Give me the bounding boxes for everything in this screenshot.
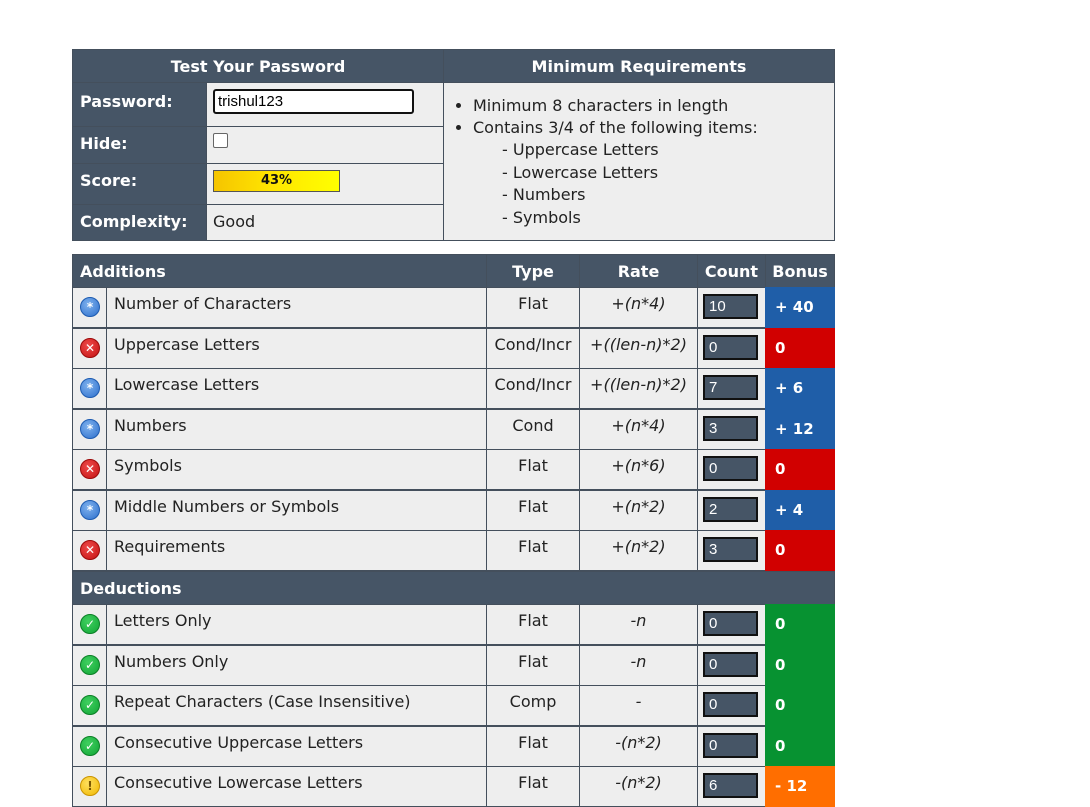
info-icon: * [80, 499, 100, 520]
bonus-value: + 12 [765, 408, 835, 450]
bonus-value: 0 [765, 644, 835, 686]
complexity-value: Good [213, 212, 256, 231]
bonus-value: 0 [765, 604, 835, 645]
requirement-sub-item: - Lowercase Letters [502, 162, 659, 182]
deductions-header: Deductions [72, 571, 835, 605]
bonus-value: 0 [765, 327, 835, 369]
bonus-value: 0 [765, 685, 835, 726]
complexity-label: Complexity: [72, 204, 207, 241]
table-row-label: Symbols [106, 449, 487, 490]
check-icon: ✓ [80, 654, 100, 675]
requirement-sub-item: - Symbols [502, 207, 581, 227]
table-row-label: Consecutive Uppercase Letters [106, 725, 487, 767]
count-field[interactable]: 0 [703, 732, 758, 758]
bonus-value: 0 [765, 530, 835, 571]
bonus-value: - 12 [765, 766, 835, 807]
table-row-rate: +(n*4) [579, 287, 698, 328]
bonus-value: 0 [765, 449, 835, 490]
table-row-type: Comp [486, 685, 580, 726]
hide-label: Hide: [72, 126, 207, 164]
table-row-label: Numbers Only [106, 644, 487, 686]
count-field[interactable]: 0 [703, 334, 758, 360]
table-row-type: Cond/Incr [486, 327, 580, 369]
table-row-rate: -(n*2) [579, 725, 698, 767]
requirement-item: Contains 3/4 of the following items: [473, 117, 834, 139]
table-row-rate: +((len-n)*2) [579, 368, 698, 409]
table-row-label: Numbers [106, 408, 487, 450]
table-row-label: Uppercase Letters [106, 327, 487, 369]
score-label: Score: [72, 163, 207, 205]
table-row-type: Flat [486, 530, 580, 571]
table-row-type: Flat [486, 489, 580, 531]
table-row-rate: +(n*4) [579, 408, 698, 450]
count-field[interactable]: 0 [703, 456, 758, 481]
requirement-item: Minimum 8 characters in length [473, 95, 834, 117]
table-row-rate: - [579, 685, 698, 726]
count-field[interactable]: 10 [703, 294, 758, 319]
table-row-rate: -n [579, 644, 698, 686]
table-row-label: Requirements [106, 530, 487, 571]
bonus-header: Bonus [765, 254, 835, 288]
table-row-type: Flat [486, 644, 580, 686]
hide-checkbox[interactable] [213, 133, 228, 148]
check-icon: ✓ [80, 735, 100, 756]
table-row-label: Middle Numbers or Symbols [106, 489, 487, 531]
count-field[interactable]: 0 [703, 651, 758, 677]
score-bar: 43% [213, 170, 340, 192]
error-icon: ✕ [80, 459, 100, 479]
rate-header: Rate [579, 254, 698, 288]
bonus-value: 0 [765, 725, 835, 767]
requirement-sub-item: - Numbers [502, 185, 586, 204]
table-row-type: Flat [486, 287, 580, 328]
table-row-type: Flat [486, 725, 580, 767]
requirements-cell: Minimum 8 characters in length Contains … [443, 82, 835, 241]
count-field[interactable]: 3 [703, 537, 758, 562]
check-icon: ✓ [80, 695, 100, 715]
table-row-type: Flat [486, 449, 580, 490]
table-row-rate: +((len-n)*2) [579, 327, 698, 369]
table-row-rate: +(n*2) [579, 530, 698, 571]
table-row-type: Flat [486, 604, 580, 645]
info-icon: * [80, 418, 100, 439]
table-row-label: Letters Only [106, 604, 487, 645]
minimum-requirements-header: Minimum Requirements [443, 49, 835, 83]
count-field[interactable]: 0 [703, 692, 758, 717]
warning-icon: ! [80, 776, 100, 796]
info-icon: * [80, 297, 100, 317]
check-icon: ✓ [80, 614, 100, 634]
bonus-value: + 6 [765, 368, 835, 409]
password-input[interactable]: trishul123 [213, 89, 414, 114]
count-field[interactable]: 7 [703, 375, 758, 400]
type-header: Type [486, 254, 580, 288]
table-row-rate: +(n*6) [579, 449, 698, 490]
count-header: Count [697, 254, 766, 288]
hide-cell [206, 126, 444, 164]
requirement-sub-item: - Uppercase Letters [502, 140, 659, 159]
test-password-header: Test Your Password [72, 49, 444, 83]
bonus-value: + 4 [765, 489, 835, 531]
count-field[interactable]: 3 [703, 415, 758, 441]
table-row-type: Flat [486, 766, 580, 807]
table-row-rate: -n [579, 604, 698, 645]
table-row-type: Cond [486, 408, 580, 450]
password-label: Password: [72, 82, 207, 127]
count-field[interactable]: 0 [703, 611, 758, 636]
info-icon: * [80, 378, 100, 398]
count-field[interactable]: 2 [703, 496, 758, 522]
bonus-value: + 40 [765, 287, 835, 328]
requirements-list: Minimum 8 characters in length Contains … [445, 95, 834, 139]
table-row-label: Repeat Characters (Case Insensitive) [106, 685, 487, 726]
table-row-rate: +(n*2) [579, 489, 698, 531]
complexity-cell: Good [206, 204, 444, 241]
table-row-label: Lowercase Letters [106, 368, 487, 409]
table-row-type: Cond/Incr [486, 368, 580, 409]
table-row-label: Number of Characters [106, 287, 487, 328]
count-field[interactable]: 6 [703, 773, 758, 798]
error-icon: ✕ [80, 337, 100, 358]
additions-header: Additions [72, 254, 487, 288]
error-icon: ✕ [80, 540, 100, 560]
table-row-rate: -(n*2) [579, 766, 698, 807]
table-row-label: Consecutive Lowercase Letters [106, 766, 487, 807]
